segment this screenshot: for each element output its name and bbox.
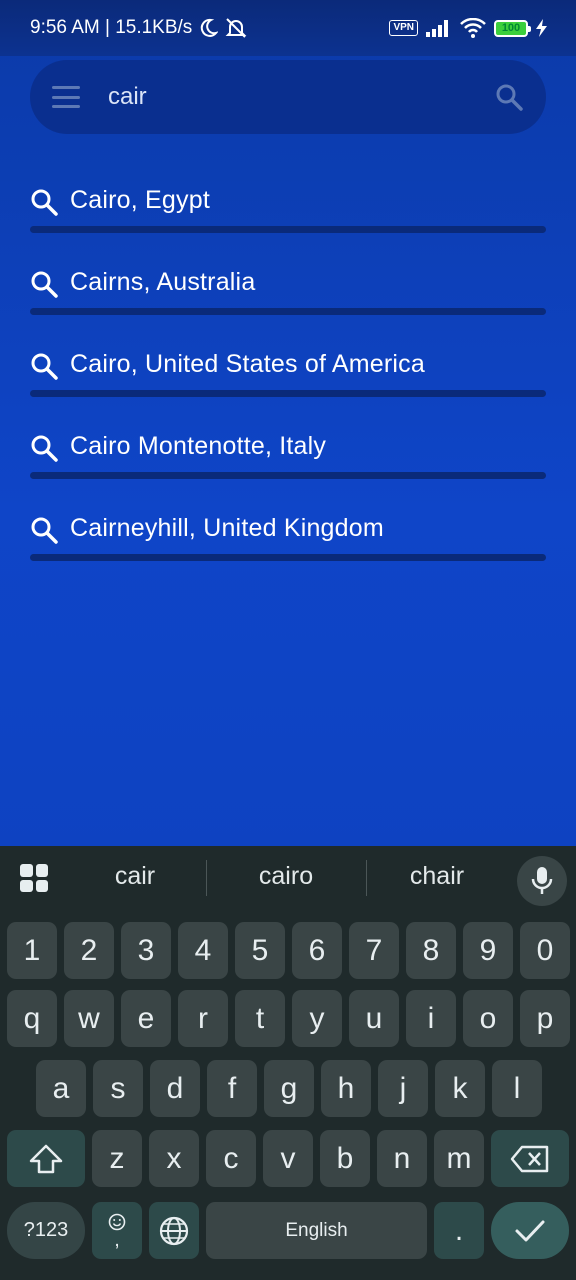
result-label: Cairo Montenotte, Italy (70, 432, 327, 460)
search-icon (31, 435, 58, 462)
suggestion-item[interactable]: chair (392, 862, 482, 891)
status-bar: 9:56 AM | 15.1KB/s VPN 100 (0, 0, 576, 56)
suggestion-separator (206, 860, 207, 896)
key-l[interactable]: l (492, 1060, 542, 1117)
key-9[interactable]: 9 (463, 922, 513, 979)
search-icon (31, 353, 58, 380)
search-input[interactable] (108, 83, 494, 111)
search-results: Cairo, Egypt Cairns, Australia Cairo, Un… (30, 178, 546, 588)
suggestion-item[interactable]: cairo (241, 862, 331, 891)
result-divider (30, 554, 546, 561)
key-3[interactable]: 3 (121, 922, 171, 979)
key-x[interactable]: x (149, 1130, 199, 1187)
key-1[interactable]: 1 (7, 922, 57, 979)
vpn-badge: VPN (389, 20, 418, 36)
key-4[interactable]: 4 (178, 922, 228, 979)
key-7[interactable]: 7 (349, 922, 399, 979)
backspace-key[interactable] (491, 1130, 569, 1187)
key-h[interactable]: h (321, 1060, 371, 1117)
key-q[interactable]: q (7, 990, 57, 1047)
key-p[interactable]: p (520, 990, 570, 1047)
keyboard: cair cairo chair 1 2 3 4 5 6 7 8 9 0 q w… (0, 846, 576, 1280)
key-k[interactable]: k (435, 1060, 485, 1117)
key-6[interactable]: 6 (292, 922, 342, 979)
search-icon (31, 271, 58, 298)
key-n[interactable]: n (377, 1130, 427, 1187)
emoji-key-comma: , (114, 1228, 120, 1251)
result-divider (30, 308, 546, 315)
menu-icon[interactable] (52, 86, 80, 108)
result-divider (30, 390, 546, 397)
search-button[interactable] (494, 82, 524, 112)
search-icon (31, 189, 58, 216)
result-label: Cairneyhill, United Kingdom (70, 514, 384, 542)
battery-icon: 100 (494, 19, 531, 37)
result-label: Cairns, Australia (70, 268, 256, 296)
status-right: VPN 100 (389, 18, 548, 38)
search-icon (496, 84, 523, 111)
suggestion-item[interactable]: cair (95, 862, 175, 891)
key-g[interactable]: g (264, 1060, 314, 1117)
wifi-icon (460, 18, 486, 38)
microphone-button[interactable] (517, 856, 567, 906)
shift-key[interactable] (7, 1130, 85, 1187)
key-8[interactable]: 8 (406, 922, 456, 979)
key-o[interactable]: o (463, 990, 513, 1047)
key-w[interactable]: w (64, 990, 114, 1047)
key-2[interactable]: 2 (64, 922, 114, 979)
search-bar (30, 60, 546, 134)
result-item[interactable]: Cairo, Egypt (30, 178, 546, 260)
emoji-key[interactable]: , (92, 1202, 142, 1259)
result-divider (30, 226, 546, 233)
status-left: 9:56 AM | 15.1KB/s (30, 17, 248, 39)
key-u[interactable]: u (349, 990, 399, 1047)
status-time-speed: 9:56 AM | 15.1KB/s (30, 17, 193, 38)
globe-icon (159, 1216, 189, 1245)
suggestion-strip: cair cairo chair (0, 846, 576, 910)
key-a[interactable]: a (36, 1060, 86, 1117)
charging-icon (536, 19, 547, 37)
key-z[interactable]: z (92, 1130, 142, 1187)
key-t[interactable]: t (235, 990, 285, 1047)
signal-icon (426, 20, 448, 37)
result-item[interactable]: Cairns, Australia (30, 260, 546, 342)
shift-icon (29, 1144, 63, 1173)
apps-grid-icon[interactable] (20, 864, 48, 892)
key-0[interactable]: 0 (520, 922, 570, 979)
key-y[interactable]: y (292, 990, 342, 1047)
result-label: Cairo, Egypt (70, 186, 210, 214)
key-e[interactable]: e (121, 990, 171, 1047)
space-bar[interactable]: English (206, 1202, 427, 1259)
result-item[interactable]: Cairo, United States of America (30, 342, 546, 424)
key-d[interactable]: d (150, 1060, 200, 1117)
moon-icon (201, 18, 219, 37)
microphone-icon (531, 867, 553, 894)
search-icon (31, 517, 58, 544)
result-item[interactable]: Cairneyhill, United Kingdom (30, 506, 546, 588)
alarm-off-icon (225, 18, 247, 38)
emoji-icon (108, 1213, 126, 1230)
result-item[interactable]: Cairo Montenotte, Italy (30, 424, 546, 506)
key-c[interactable]: c (206, 1130, 256, 1187)
key-m[interactable]: m (434, 1130, 484, 1187)
key-b[interactable]: b (320, 1130, 370, 1187)
key-v[interactable]: v (263, 1130, 313, 1187)
enter-key[interactable] (491, 1202, 569, 1259)
key-f[interactable]: f (207, 1060, 257, 1117)
suggestion-separator (366, 860, 367, 896)
key-r[interactable]: r (178, 990, 228, 1047)
key-s[interactable]: s (93, 1060, 143, 1117)
result-label: Cairo, United States of America (70, 350, 425, 378)
symbols-key[interactable]: ?123 (7, 1202, 85, 1259)
key-j[interactable]: j (378, 1060, 428, 1117)
key-i[interactable]: i (406, 990, 456, 1047)
period-key[interactable]: . (434, 1202, 484, 1259)
key-5[interactable]: 5 (235, 922, 285, 979)
checkmark-icon (515, 1220, 545, 1241)
result-divider (30, 472, 546, 479)
language-key[interactable] (149, 1202, 199, 1259)
backspace-icon (510, 1145, 549, 1172)
battery-level: 100 (501, 22, 521, 34)
